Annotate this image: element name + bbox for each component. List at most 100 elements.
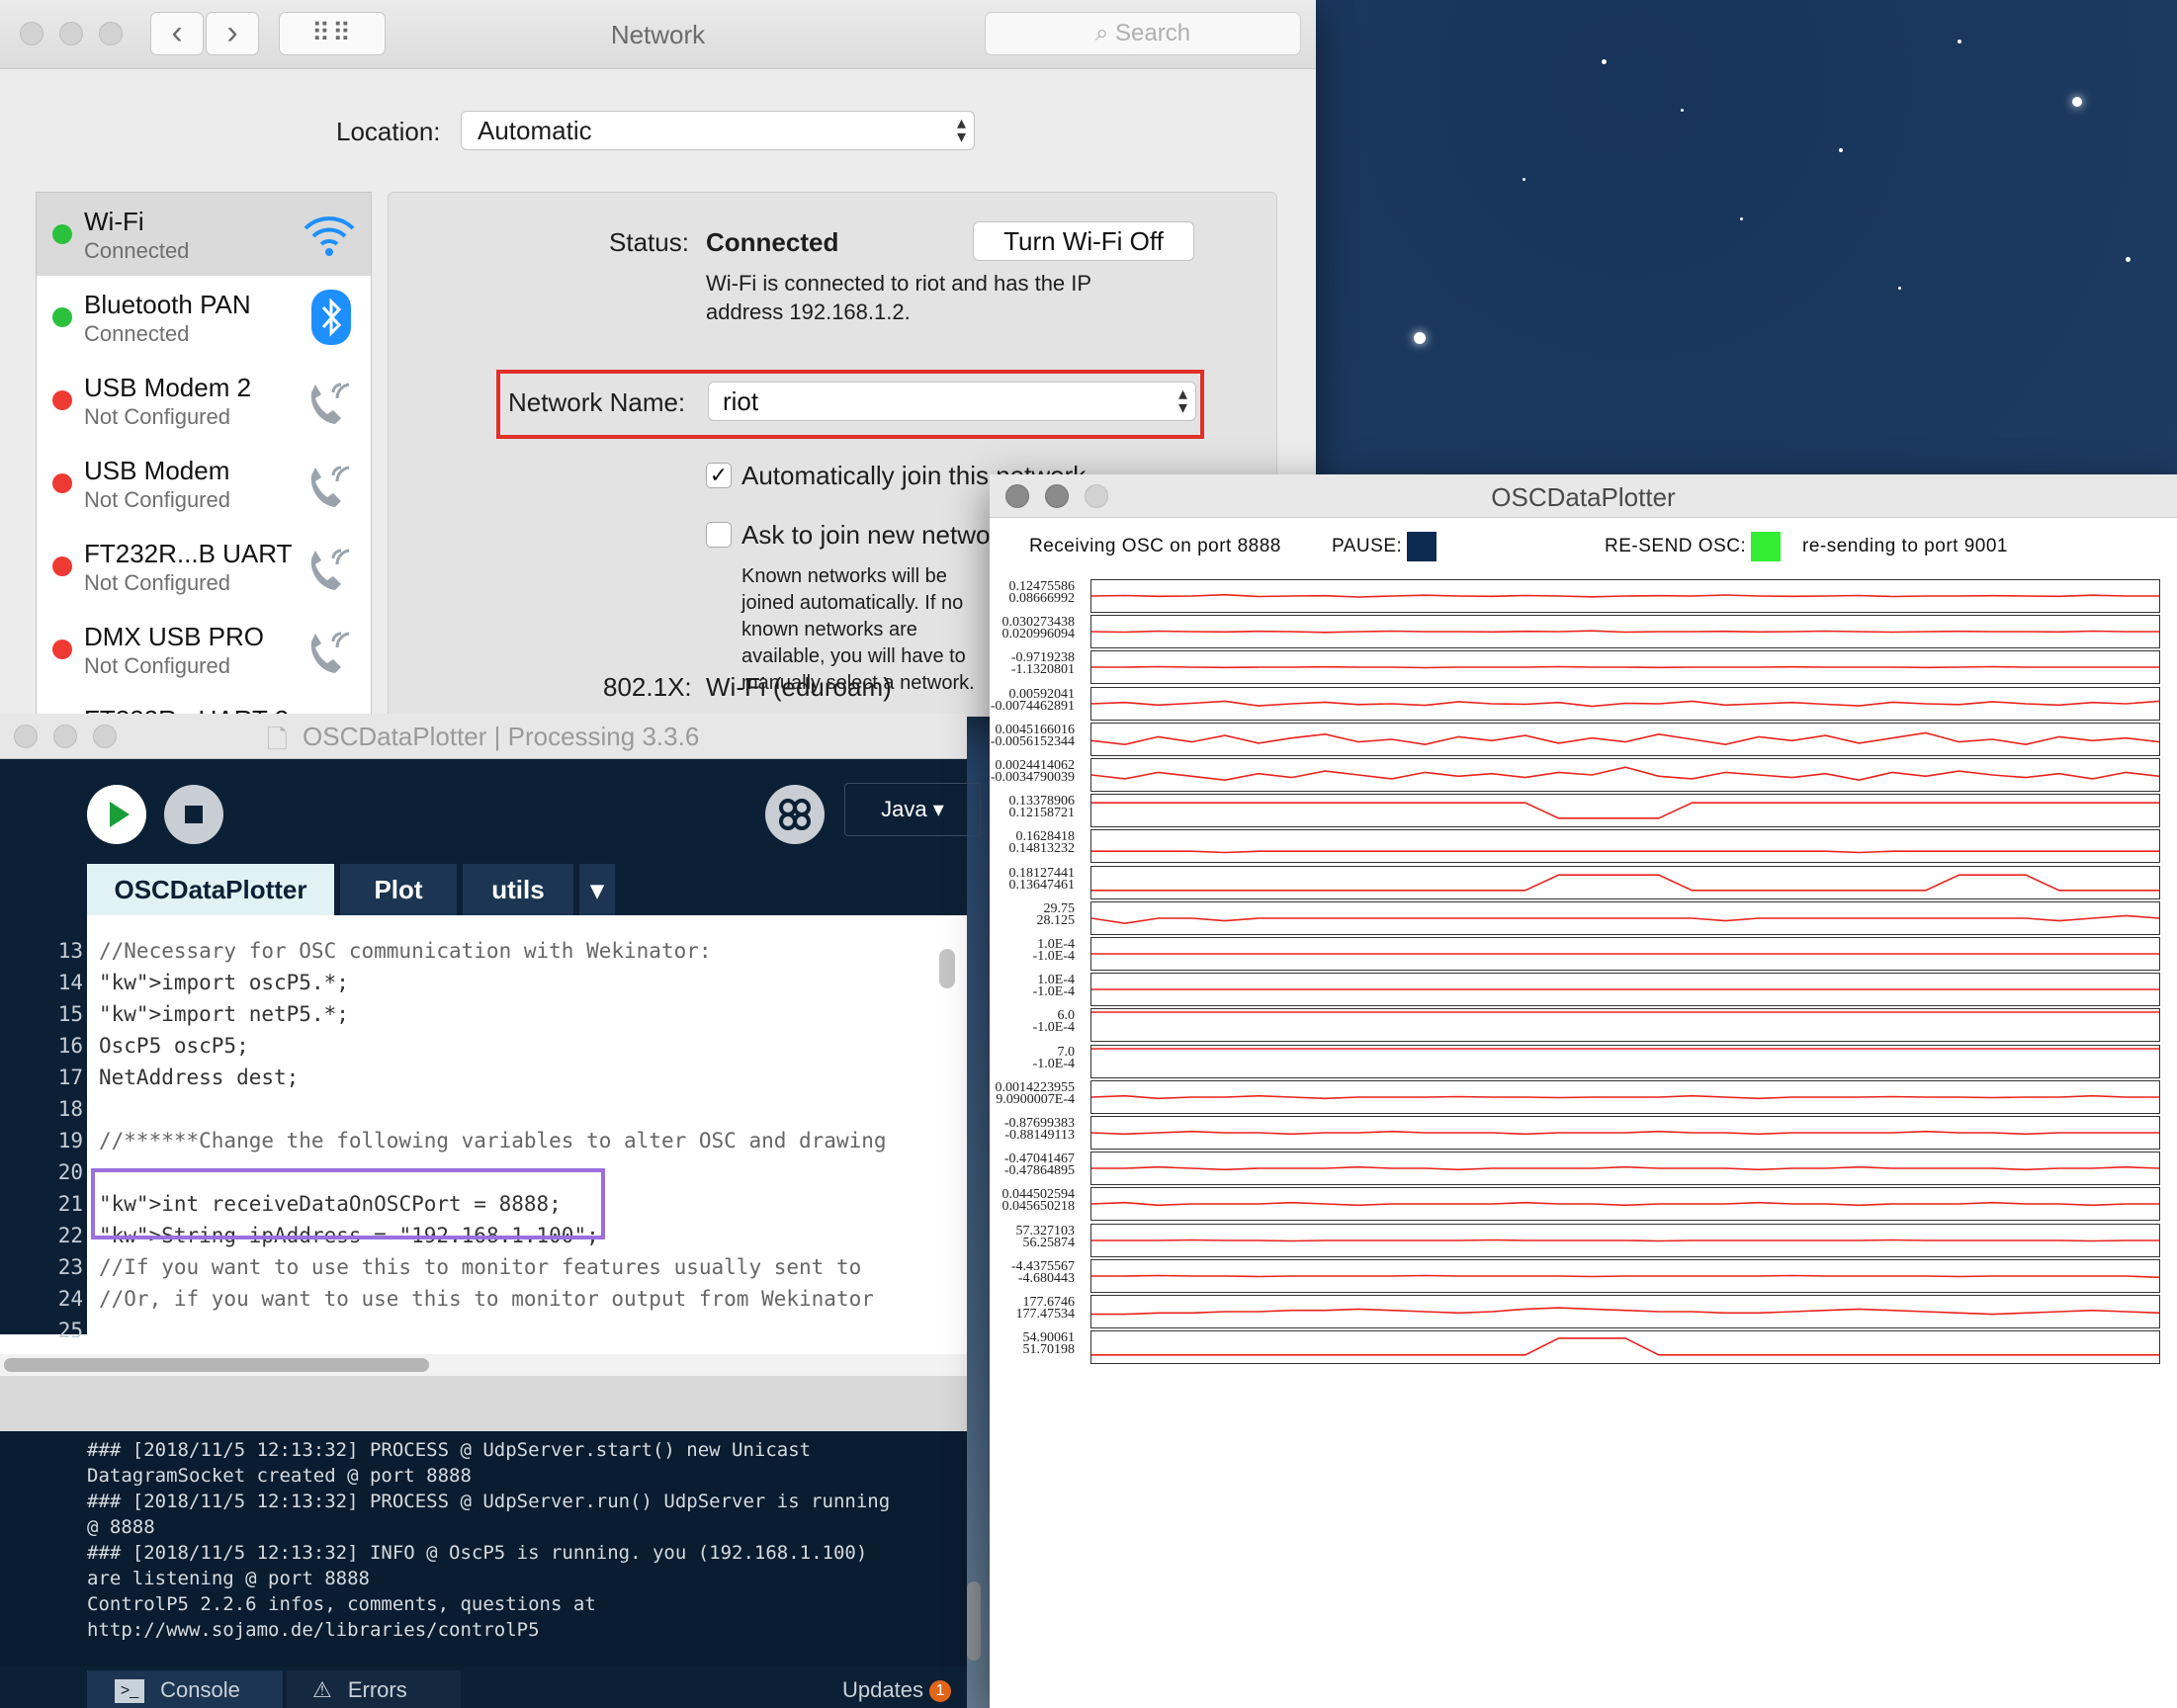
series-line	[1091, 1307, 2159, 1316]
plot-panel	[1090, 973, 2160, 1007]
plot-svg	[1091, 593, 2159, 598]
plot-panel	[1090, 937, 2160, 971]
line-number: 24	[57, 1287, 83, 1311]
console-icon: >_	[115, 1679, 144, 1704]
updates-count-badge: 1	[929, 1680, 952, 1703]
plot-min-label: 0.12158721	[1008, 806, 1076, 821]
plot-min-label: -0.47864895	[1003, 1163, 1075, 1179]
plot-panel	[1090, 1152, 2160, 1186]
debugger-button[interactable]	[765, 785, 825, 844]
resend-osc-toggle[interactable]	[1751, 532, 1781, 561]
series-line	[1091, 1166, 2159, 1171]
message-area	[0, 1376, 967, 1431]
series-line	[1091, 766, 2159, 782]
plot-svg	[1091, 1094, 2159, 1099]
series-line	[1091, 1337, 2159, 1356]
plot-min-label: 0.045650218	[1001, 1199, 1076, 1215]
console-line: ControlP5 2.2.6 infos, comments, questio…	[87, 1593, 596, 1615]
console-line: ### [2018/11/5 12:13:32] INFO @ OscP5 is…	[87, 1542, 868, 1564]
plot-panel	[1090, 1008, 2160, 1043]
plot-svg	[1091, 914, 2159, 924]
receiving-port-label: Receiving OSC on port 8888	[1029, 536, 1281, 556]
plot-min-label: 0.14813232	[1008, 841, 1076, 857]
code-line[interactable]: OscP5 oscP5;	[99, 1034, 937, 1058]
plot-svg	[1091, 953, 2159, 955]
star	[1523, 178, 1525, 181]
plot-min-label: -0.88149113	[1004, 1128, 1075, 1143]
close-window-button[interactable]	[14, 725, 38, 748]
plot-panel	[1090, 1187, 2160, 1222]
line-number: 20	[57, 1160, 83, 1184]
search-field[interactable]: ⌕ Search	[985, 12, 1301, 55]
plot-min-label: -1.0E-4	[1032, 984, 1075, 1000]
plot-min-label: -1.1320801	[1010, 662, 1075, 678]
console-scrollbar[interactable]	[967, 1581, 981, 1661]
search-placeholder: Search	[1115, 20, 1191, 46]
zoom-window-button[interactable]	[93, 725, 117, 748]
plot-panel	[1090, 829, 2160, 864]
select-stepper-icon: ▴ ▾	[1177, 384, 1187, 417]
errors-tab[interactable]: ⚠ Errors	[287, 1670, 461, 1708]
errors-tab-label: Errors	[347, 1677, 407, 1702]
code-line[interactable]: NetAddress dest;	[99, 1066, 937, 1089]
series-line	[1091, 1274, 2159, 1278]
plot-min-label: 56.25874	[1022, 1235, 1076, 1250]
line-number: 15	[57, 1002, 83, 1026]
plot-svg	[1091, 873, 2159, 892]
tab-oscdataplotter[interactable]: OSCDataPlotter	[87, 864, 334, 915]
plotter-titlebar: OSCDataPlotter	[990, 474, 2177, 518]
line-number: 23	[57, 1255, 83, 1279]
plot-svg	[1091, 1337, 2159, 1356]
plot-panel	[1090, 1079, 2160, 1114]
plot-svg	[1091, 766, 2159, 782]
code-line[interactable]: //If you want to use this to monitor fea…	[99, 1255, 937, 1279]
line-number: 17	[57, 1066, 83, 1089]
code-line[interactable]: //Necessary for OSC communication with W…	[99, 939, 937, 963]
code-line[interactable]: //Or, if you want to use this to monitor…	[99, 1287, 937, 1311]
plot-panel	[1090, 579, 2160, 613]
stop-button[interactable]	[164, 785, 223, 844]
processing-titlebar: 🗋 OSCDataPlotter | Processing 3.3.6	[0, 714, 967, 759]
mode-select[interactable]: Java ▾	[844, 783, 981, 836]
star	[1958, 40, 1961, 43]
horizontal-scroll-thumb[interactable]	[4, 1358, 429, 1372]
console-line: http://www.sojamo.de/libraries/controlP5	[87, 1619, 540, 1641]
plot-panel	[1090, 865, 2160, 899]
turn-wifi-off-button[interactable]: Turn Wi-Fi Off	[973, 221, 1194, 261]
updates-button[interactable]: Updates 1	[842, 1670, 971, 1708]
vertical-scrollbar[interactable]	[939, 949, 955, 988]
console-tab-label: Console	[160, 1677, 240, 1702]
line-number: 16	[57, 1034, 83, 1058]
star	[2126, 257, 2131, 262]
plot-panel	[1090, 1295, 2160, 1328]
series-line	[1091, 1094, 2159, 1099]
plot-svg	[1091, 1238, 2159, 1241]
star	[1898, 287, 1901, 290]
run-button[interactable]	[87, 785, 146, 844]
series-line	[1091, 731, 2159, 745]
plot-panel	[1090, 1116, 2160, 1150]
line-number: 18	[57, 1097, 83, 1121]
caret-down-icon: ▾	[932, 797, 944, 821]
plot-svg	[1091, 666, 2159, 669]
code-line[interactable]: //******Change the following variables t…	[99, 1129, 937, 1153]
search-icon: ⌕	[1094, 20, 1109, 46]
console-tab[interactable]: >_ Console	[87, 1670, 283, 1708]
plot-min-label: 0.08666992	[1008, 591, 1076, 606]
pause-toggle[interactable]	[1407, 532, 1437, 561]
tab-menu-button[interactable]: ▾	[579, 864, 615, 915]
code-line[interactable]: "kw">import netP5.*;	[99, 1002, 937, 1026]
plot-panel	[1090, 1258, 2160, 1293]
star	[1602, 59, 1607, 64]
plot-svg	[1091, 988, 2159, 990]
caret-down-icon: ▾	[590, 875, 604, 904]
code-line[interactable]: "kw">import oscP5.*;	[99, 971, 937, 994]
tab-plot[interactable]: Plot	[340, 864, 457, 915]
plot-svg	[1091, 700, 2159, 707]
console-line: are listening @ port 8888	[87, 1568, 370, 1589]
plot-min-label: -4.680443	[1017, 1270, 1075, 1286]
warning-icon: ⚠	[312, 1677, 332, 1702]
line-number: 22	[57, 1224, 83, 1247]
tab-utils[interactable]: utils	[463, 864, 573, 915]
minimize-window-button[interactable]	[53, 725, 77, 748]
